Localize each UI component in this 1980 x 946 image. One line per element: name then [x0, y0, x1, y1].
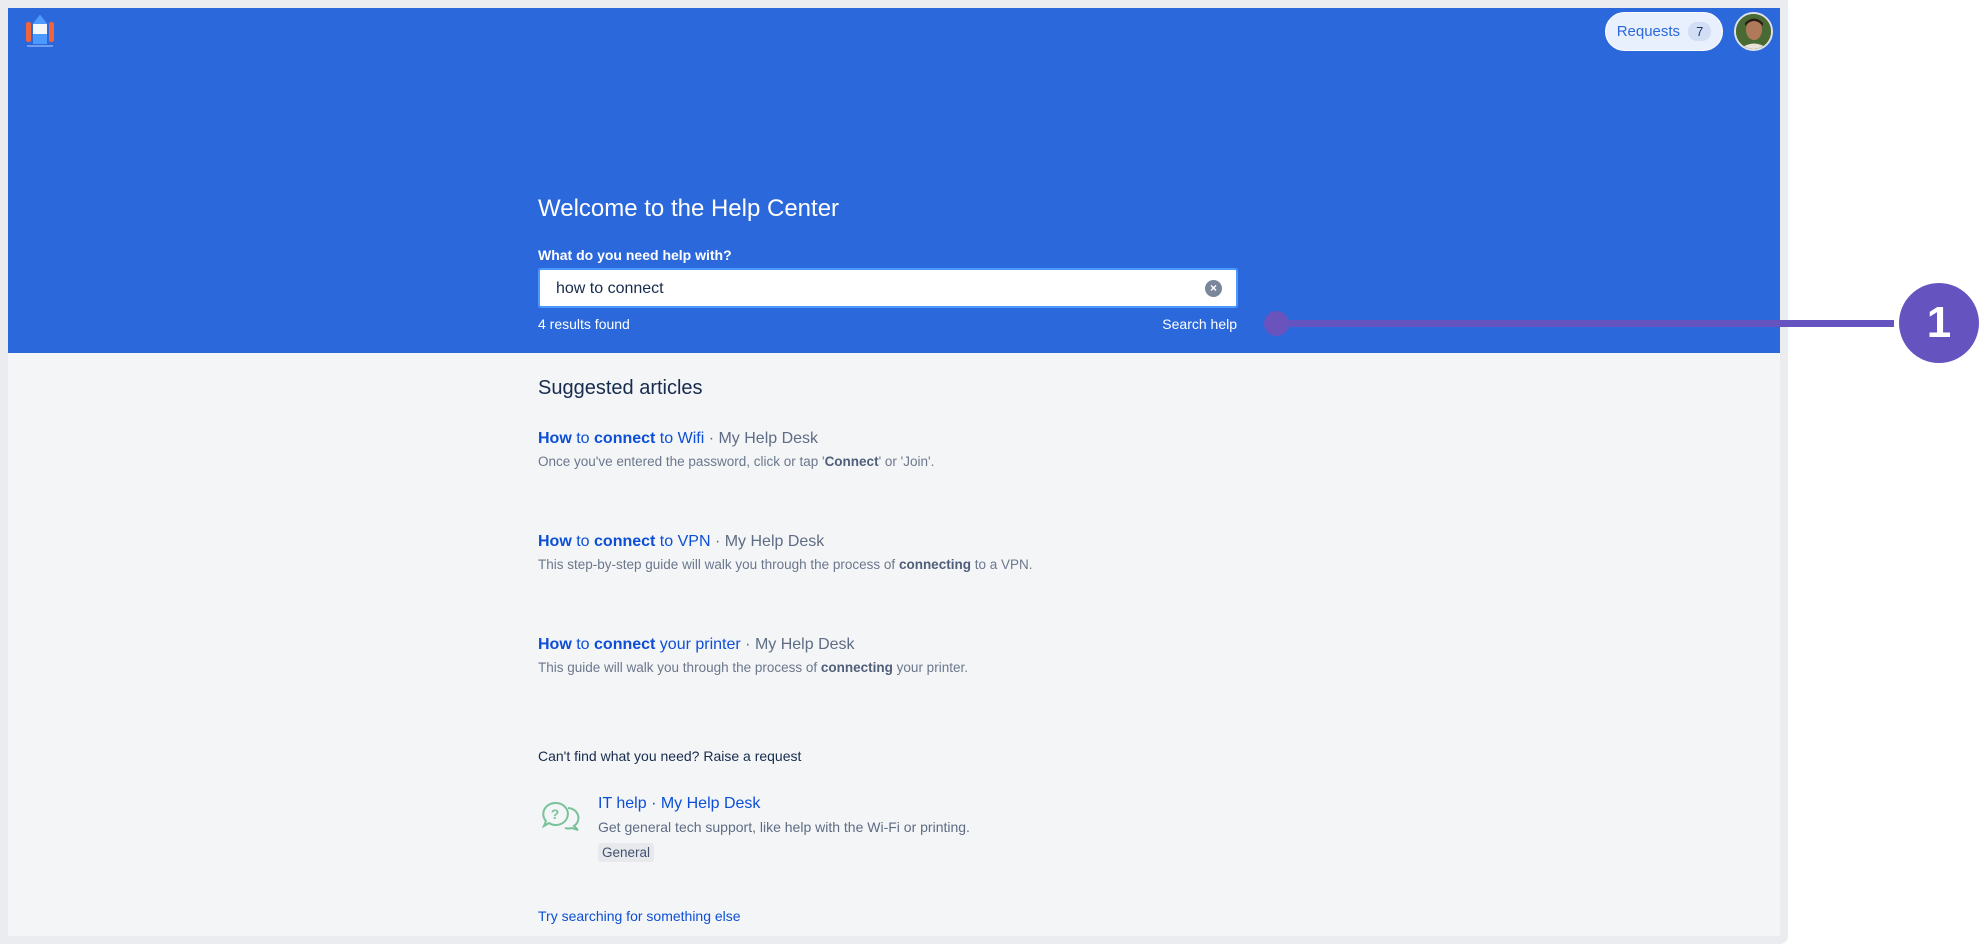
article-item[interactable]: How to connect your printer · My Help De… [538, 636, 968, 675]
article-item[interactable]: How to connect to VPN · My Help Desk This… [538, 533, 1032, 572]
article-title-link[interactable]: How to connect to Wifi [538, 430, 704, 447]
avatar-image [1736, 14, 1771, 49]
article-description-segment: connecting [820, 660, 893, 675]
article-item[interactable]: How to connect to Wifi · My Help Desk Onc… [538, 430, 934, 469]
question-chat-bubbles-icon: ? [541, 801, 580, 831]
results-count: 4 results found [538, 316, 630, 332]
article-description-segment: connecting [898, 557, 971, 572]
article-title-segment: How [538, 636, 572, 653]
search-field[interactable]: × [538, 268, 1238, 308]
article-description-segment: This step-by-step guide will walk you th… [538, 557, 899, 572]
article-title-link[interactable]: How to connect to VPN [538, 533, 711, 550]
article-description: This step-by-step guide will walk you th… [538, 557, 1032, 572]
article-title-segment: How [538, 533, 572, 550]
rocket-logo-icon[interactable] [20, 14, 60, 54]
article-description-segment: Once you've entered the password, click … [538, 454, 825, 469]
search-input[interactable] [554, 270, 1178, 308]
callout-line [1276, 320, 1894, 327]
article-description-segment: to a VPN. [970, 557, 1033, 572]
svg-text:?: ? [551, 806, 560, 822]
article-description: Once you've entered the password, click … [538, 454, 934, 469]
article-description-segment: your printer. [892, 660, 968, 675]
request-type-tag: General [598, 843, 655, 862]
search-label: What do you need help with? [538, 247, 732, 263]
callout-number-badge: 1 [1899, 283, 1979, 363]
raise-request-heading: Can't find what you need? Raise a reques… [538, 748, 802, 764]
request-type-it-help[interactable]: IT help · My Help Desk Get general tech … [598, 795, 970, 862]
article-title-segment: to [571, 533, 595, 550]
article-title-link[interactable]: How to connect your printer [538, 636, 741, 653]
article-description-segment: This guide will walk you through the pro… [538, 660, 821, 675]
article-title-segment: connect [594, 533, 656, 550]
user-avatar[interactable] [1734, 12, 1773, 51]
request-type-title[interactable]: IT help · My Help Desk [598, 795, 970, 813]
request-type-description: Get general tech support, like help with… [598, 819, 970, 835]
article-source: · My Help Desk [704, 430, 819, 447]
article-description-segment: ' or 'Join'. [878, 454, 935, 469]
article-title-segment: to [571, 430, 595, 447]
clear-circle-icon[interactable]: × [1205, 280, 1222, 297]
article-title-segment: to Wifi [655, 430, 705, 447]
article-title-segment: to VPN [655, 533, 711, 550]
requests-button[interactable]: Requests 7 [1605, 12, 1723, 51]
article-title-segment: your printer [655, 636, 741, 653]
suggested-articles-heading: Suggested articles [538, 377, 703, 399]
try-searching-link[interactable]: Try searching for something else [538, 908, 741, 924]
page-title: Welcome to the Help Center [538, 195, 840, 222]
article-title-segment: to [571, 636, 595, 653]
article-description-segment: Connect [824, 454, 879, 469]
article-title-segment: connect [594, 636, 656, 653]
article-description: This guide will walk you through the pro… [538, 660, 968, 675]
article-source: · My Help Desk [740, 636, 855, 653]
callout-dot [1264, 311, 1289, 336]
article-title-segment: How [538, 430, 572, 447]
search-help-link[interactable]: Search help [1100, 316, 1237, 332]
article-title-segment: connect [594, 430, 656, 447]
article-source: · My Help Desk [710, 533, 825, 550]
requests-count-badge: 7 [1688, 22, 1712, 41]
requests-label: Requests [1616, 23, 1681, 40]
